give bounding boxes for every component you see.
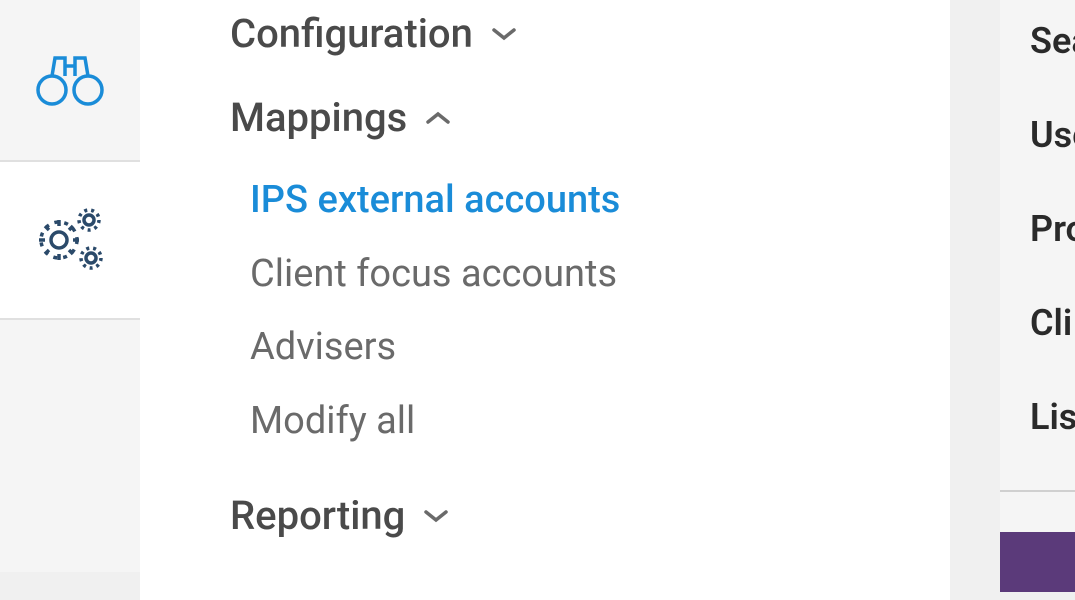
chevron-down-icon: [491, 26, 517, 42]
nav-section-configuration[interactable]: Configuration: [230, 10, 950, 58]
rail-item-settings[interactable]: [0, 160, 140, 320]
nav-item-ips-external-accounts[interactable]: IPS external accounts: [250, 178, 950, 224]
rail-item-binoculars[interactable]: [0, 0, 140, 160]
right-divider: [1000, 490, 1075, 492]
right-item-client[interactable]: Cli: [1030, 302, 1075, 344]
nav-section-mappings-items: IPS external accounts Client focus accou…: [250, 178, 950, 444]
right-panel: Sea Use Pro Cli Lis: [1000, 0, 1075, 572]
right-item-search[interactable]: Sea: [1030, 20, 1075, 62]
right-item-user[interactable]: Use: [1030, 114, 1075, 156]
nav-item-advisers[interactable]: Advisers: [250, 325, 950, 371]
nav-section-label: Configuration: [230, 10, 473, 58]
nav-panel: Configuration Mappings IPS external acco…: [140, 0, 950, 600]
nav-section-label: Mappings: [230, 94, 407, 142]
gears-icon: [33, 206, 108, 275]
nav-item-client-focus-accounts[interactable]: Client focus accounts: [250, 252, 950, 298]
binoculars-icon: [35, 48, 105, 112]
chevron-up-icon: [425, 110, 451, 126]
purple-action-block[interactable]: [1000, 532, 1075, 592]
nav-section-reporting[interactable]: Reporting: [230, 492, 950, 540]
nav-section-mappings[interactable]: Mappings: [230, 94, 950, 142]
right-item-pro[interactable]: Pro: [1030, 208, 1075, 250]
chevron-down-icon: [423, 508, 449, 524]
icon-rail: [0, 0, 140, 572]
right-item-list[interactable]: Lis: [1030, 396, 1075, 438]
nav-section-label: Reporting: [230, 492, 405, 540]
nav-item-modify-all[interactable]: Modify all: [250, 399, 950, 445]
